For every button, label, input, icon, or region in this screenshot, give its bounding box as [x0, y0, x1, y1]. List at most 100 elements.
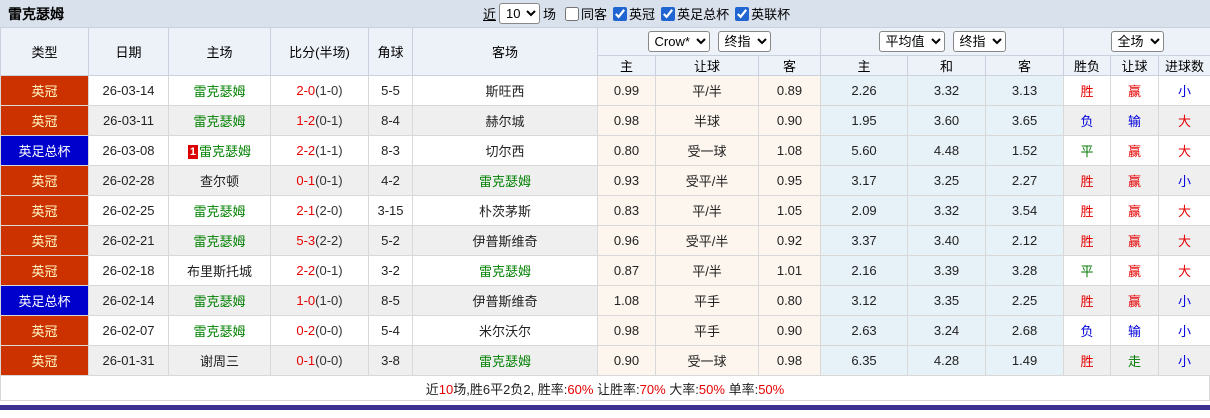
average-group-header: 平均值 终指 — [820, 27, 1065, 56]
league-type-badge: 英冠 — [0, 105, 89, 136]
handicap-away-odds: 1.08 — [757, 135, 822, 166]
match-date: 26-02-21 — [88, 225, 169, 256]
match-row: 英冠 26-03-11 雷克瑟姆 1-2(0-1) 8-4 赫尔城 0.98 半… — [0, 105, 1210, 136]
away-team: 雷克瑟姆 — [412, 345, 598, 376]
league-filter-checkbox[interactable] — [613, 6, 628, 21]
subcol-header-handicap-away: 客 — [757, 55, 822, 76]
away-team: 米尔沃尔 — [412, 315, 598, 346]
league-filter-checkbox[interactable] — [661, 6, 676, 21]
subcol-header-avg-away: 客 — [985, 55, 1065, 76]
match-row: 英冠 26-02-28 查尔顿 0-1(0-1) 4-2 雷克瑟姆 0.93 受… — [0, 165, 1210, 196]
handicap-line: 半球 — [655, 105, 759, 136]
home-team: 查尔顿 — [168, 165, 271, 196]
league-filter-checkbox[interactable] — [735, 6, 750, 21]
league-type-badge: 英冠 — [0, 75, 89, 106]
avg-draw-odds: 3.32 — [907, 195, 987, 226]
league-filter[interactable]: 英冠 — [613, 4, 655, 23]
handicap-result: 赢 — [1110, 165, 1160, 196]
away-team: 斯旺西 — [412, 75, 598, 106]
league-filter-checkbox[interactable] — [565, 6, 580, 21]
filter-controls: 近 10 场 同客 英冠 英足总杯 英联杯 — [483, 0, 790, 27]
handicap-result: 输 — [1110, 105, 1160, 136]
outcome-result: 负 — [1063, 105, 1112, 136]
league-type-badge: 英足总杯 — [0, 135, 89, 166]
match-row: 英冠 26-03-14 雷克瑟姆 2-0(1-0) 5-5 斯旺西 0.99 平… — [0, 75, 1210, 106]
goals-result: 小 — [1158, 75, 1210, 106]
col-header-corner: 角球 — [368, 27, 413, 76]
corner-score: 3-2 — [368, 255, 413, 286]
handicap-away-odds: 1.05 — [757, 195, 822, 226]
outcome-result: 胜 — [1063, 195, 1112, 226]
corner-score: 8-5 — [368, 285, 413, 316]
handicap-result: 赢 — [1110, 195, 1160, 226]
handicap-away-odds: 0.89 — [757, 75, 822, 106]
avg-draw-odds: 3.35 — [907, 285, 987, 316]
avg-away-odds: 3.13 — [985, 75, 1065, 106]
home-team: 1 雷克瑟姆 — [168, 135, 271, 166]
away-team: 雷克瑟姆 — [412, 165, 598, 196]
handicap-away-odds: 0.98 — [757, 345, 822, 376]
corner-score: 8-3 — [368, 135, 413, 166]
avg-away-odds: 3.28 — [985, 255, 1065, 286]
average-select[interactable]: 平均值 — [878, 31, 945, 52]
league-filter-label: 同客 — [581, 7, 608, 22]
avg-home-odds: 1.95 — [820, 105, 909, 136]
outcome-result: 胜 — [1063, 75, 1112, 106]
handicap-away-odds: 1.01 — [757, 255, 822, 286]
avg-draw-odds: 4.28 — [907, 345, 987, 376]
score-cell: 1-2(0-1) — [270, 105, 369, 136]
avg-away-odds: 1.52 — [985, 135, 1065, 166]
handicap-away-odds: 0.92 — [757, 225, 822, 256]
handicap-line: 平手 — [655, 315, 759, 346]
league-filter[interactable]: 英足总杯 — [661, 4, 729, 23]
company-select[interactable]: Crow* — [647, 31, 710, 52]
page-title: 雷克瑟姆 — [8, 5, 64, 22]
avg-draw-odds: 3.60 — [907, 105, 987, 136]
col-header-away: 客场 — [412, 27, 598, 76]
avg-draw-odds: 3.25 — [907, 165, 987, 196]
scope-select[interactable]: 全场 — [1110, 31, 1164, 52]
match-row: 英冠 26-02-21 雷克瑟姆 5-3(2-2) 5-2 伊普斯维奇 0.96… — [0, 225, 1210, 256]
goals-result: 大 — [1158, 195, 1210, 226]
corner-score: 5-5 — [368, 75, 413, 106]
handicap-line: 受平/半 — [655, 165, 759, 196]
match-date: 26-02-14 — [88, 285, 169, 316]
corner-score: 3-8 — [368, 345, 413, 376]
average-period-select[interactable]: 终指 — [952, 31, 1006, 52]
avg-away-odds: 2.12 — [985, 225, 1065, 256]
recent-count-select[interactable]: 10 — [499, 3, 541, 24]
league-filter[interactable]: 同客 — [565, 4, 607, 23]
col-header-score: 比分(半场) — [270, 27, 369, 76]
league-filter[interactable]: 英联杯 — [735, 4, 790, 23]
home-team: 谢周三 — [168, 345, 271, 376]
score-cell: 1-0(1-0) — [270, 285, 369, 316]
match-row: 英冠 26-01-31 谢周三 0-1(0-0) 3-8 雷克瑟姆 0.90 受… — [0, 345, 1210, 376]
goals-result: 大 — [1158, 255, 1210, 286]
match-date: 26-02-18 — [88, 255, 169, 286]
league-filters: 同客 英冠 英足总杯 英联杯 — [559, 4, 790, 23]
avg-away-odds: 2.68 — [985, 315, 1065, 346]
goals-result: 大 — [1158, 105, 1210, 136]
avg-home-odds: 3.12 — [820, 285, 909, 316]
home-team: 布里斯托城 — [168, 255, 271, 286]
match-row: 英冠 26-02-18 布里斯托城 2-2(0-1) 3-2 雷克瑟姆 0.87… — [0, 255, 1210, 286]
title-bar: 雷克瑟姆 近 10 场 同客 英冠 英足总杯 英联杯 — [0, 0, 1210, 27]
avg-draw-odds: 3.40 — [907, 225, 987, 256]
subcol-header-avg-home: 主 — [820, 55, 909, 76]
handicap-line: 平/半 — [655, 195, 759, 226]
recent-link[interactable]: 近 — [483, 4, 496, 23]
away-team: 伊普斯维奇 — [412, 225, 598, 256]
handicap-result: 赢 — [1110, 255, 1160, 286]
company-period-select[interactable]: 终指 — [717, 31, 771, 52]
subcol-header-handicap-line: 让球 — [655, 55, 759, 76]
avg-away-odds: 2.27 — [985, 165, 1065, 196]
handicap-home-odds: 0.96 — [597, 225, 656, 256]
away-team: 切尔西 — [412, 135, 598, 166]
handicap-result: 赢 — [1110, 285, 1160, 316]
subcol-header-handicap-result: 让球 — [1110, 55, 1160, 76]
match-date: 26-02-07 — [88, 315, 169, 346]
match-row: 英冠 26-02-25 雷克瑟姆 2-1(2-0) 3-15 朴茨茅斯 0.83… — [0, 195, 1210, 226]
match-row: 英冠 26-02-07 雷克瑟姆 0-2(0-0) 5-4 米尔沃尔 0.98 … — [0, 315, 1210, 346]
matches-suffix-label: 场 — [543, 7, 557, 22]
match-date: 26-03-08 — [88, 135, 169, 166]
